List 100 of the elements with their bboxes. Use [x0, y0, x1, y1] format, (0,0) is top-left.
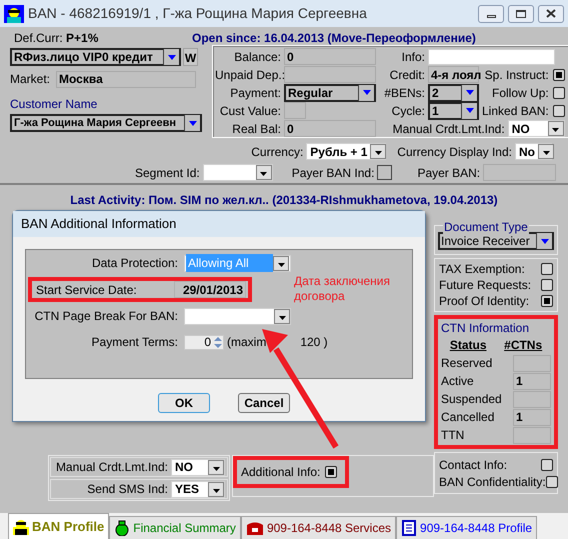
dropdown[interactable]: NO [508, 120, 565, 137]
field-label: Linked BAN: [482, 102, 549, 120]
count-field [513, 390, 551, 408]
status-label: Suspended [441, 391, 502, 408]
ok-button[interactable]: OK [158, 393, 210, 413]
field-label: Currency Display Ind: [397, 144, 512, 160]
money-bag-icon [114, 520, 130, 536]
group-legend: CTN Information [441, 319, 551, 337]
info-field[interactable] [428, 48, 555, 64]
field-label: Contact Info: [439, 456, 508, 474]
status-label: Reserved [441, 355, 492, 372]
document-icon [401, 520, 418, 536]
close-button[interactable] [538, 4, 564, 22]
hint-text: (maxim [227, 334, 266, 351]
field-label: Cycle: [390, 102, 425, 120]
field-label: Currency: [251, 144, 304, 160]
field-label: Payer BAN: [417, 164, 480, 182]
dropdown[interactable]: No [515, 143, 552, 160]
close-icon [546, 9, 556, 18]
checkbox[interactable] [541, 458, 553, 470]
checkbox[interactable] [552, 86, 565, 98]
count-field [513, 354, 551, 372]
customer-name-combo[interactable]: Г-жа Рощина Мария Сергеевн [10, 114, 202, 132]
field-label: Payer BAN Ind: [292, 164, 374, 182]
checkbox[interactable] [552, 104, 565, 116]
segment-dropdown[interactable] [202, 164, 273, 181]
combo-box[interactable]: Regular [284, 84, 376, 102]
read-only-field: 0 [284, 120, 376, 137]
field-label: Def.Curr: [14, 31, 63, 45]
checkbox[interactable] [541, 263, 553, 275]
field-label: Future Requests: [439, 277, 532, 294]
field-label: #BENs: [383, 84, 425, 102]
checkbox[interactable] [325, 466, 338, 478]
read-only-field [284, 102, 306, 119]
combo-box[interactable]: 2 [428, 84, 479, 102]
checkbox[interactable] [377, 165, 392, 180]
field-label: Payment: [229, 84, 281, 102]
agent-icon [4, 4, 24, 22]
read-only-field: 4-я лоял [428, 66, 479, 83]
telephone-icon [246, 520, 264, 536]
field-label: Start Service Date: [35, 282, 138, 298]
combo-box[interactable]: RФиз.лицо VIP0 кредит [10, 48, 181, 66]
dropdown[interactable]: YES [171, 480, 225, 498]
tab[interactable]: Financial Summary [109, 516, 241, 539]
tab[interactable]: 909-164-8448 Services [240, 516, 396, 539]
spinner-arrows-icon[interactable] [213, 336, 223, 348]
field-value: Р+1% [66, 31, 98, 45]
dropdown[interactable]: NO [171, 458, 225, 476]
field-label: Market: [10, 71, 52, 88]
last-activity-text: Last Activity: Пом. SIM по жел.кл.. (201334-RIshmukhametova, 19.04.2013) [69, 192, 499, 209]
field-label: Follow Up: [492, 84, 549, 102]
status-label: Active [441, 373, 474, 390]
field-label: Info: [400, 48, 425, 66]
field-label: Manual Crdt.Lmt.Ind: [392, 120, 505, 138]
checkbox[interactable] [541, 295, 553, 307]
section-label: Customer Name [10, 96, 98, 113]
field-label: Manual Crdt.Lmt.Ind: [56, 459, 168, 476]
annotation-note: Дата заключения договора [294, 274, 391, 304]
field-label: Data Protection: [90, 255, 179, 272]
field-label: Real Bal: [231, 120, 281, 138]
dropdown[interactable] [184, 308, 291, 324]
combo-box[interactable]: 1 [428, 102, 479, 120]
field-label: TAX Exemption: [439, 261, 525, 278]
window-title: BAN - 468216919/1 , Г-жа Рощина Мария Сергеевна [28, 4, 368, 23]
field-label: Segment Id: [135, 164, 200, 182]
status-label: TTN [441, 427, 464, 444]
maximize-button[interactable] [508, 4, 534, 22]
checkbox[interactable] [546, 476, 558, 488]
column-header: Status [450, 337, 486, 354]
tab[interactable]: BAN Profile [8, 513, 110, 539]
count-field: 1 [513, 408, 551, 426]
minimize-button[interactable] [478, 4, 504, 22]
field-label: Credit: [388, 66, 425, 84]
dropdown[interactable]: Рубль + 1 [306, 143, 386, 160]
field-label: Balance: [233, 48, 281, 66]
tab[interactable]: 909-164-8448 Profile [396, 516, 538, 539]
open-since-text: Open since: 16.04.2013 (Move-Переоформление) [192, 30, 476, 47]
field-label: CTN Page Break For BAN: [34, 308, 179, 325]
status-label: Cancelled [441, 409, 494, 426]
field-label: BAN Confidentiality: [439, 474, 546, 490]
field-label: Sp. Instruct: [484, 66, 549, 84]
spinner-field[interactable]: 0 [184, 334, 224, 350]
agent-icon [13, 518, 29, 534]
dialog-title: BAN Additional Information [21, 215, 176, 234]
field-label: Proof Of Identity: [439, 293, 530, 310]
w-button[interactable]: W [183, 48, 198, 66]
count-field: 1 [513, 372, 551, 390]
hint-text: 120 ) [300, 334, 328, 351]
count-field [513, 426, 551, 444]
column-header: #CTNs [504, 337, 542, 354]
date-field: 29/01/2013 [174, 281, 246, 298]
field-label: Cust Value: [218, 102, 281, 120]
market-field: Москва [56, 70, 196, 88]
checkbox[interactable] [552, 68, 565, 80]
checkbox[interactable] [541, 279, 553, 291]
read-only-field: 0 [284, 48, 376, 65]
field-label: Payment Terms: [90, 334, 179, 351]
field-label: Additional Info: [241, 464, 320, 481]
cancel-button[interactable]: Cancel [238, 393, 290, 413]
field-label: Send SMS Ind: [87, 481, 168, 498]
